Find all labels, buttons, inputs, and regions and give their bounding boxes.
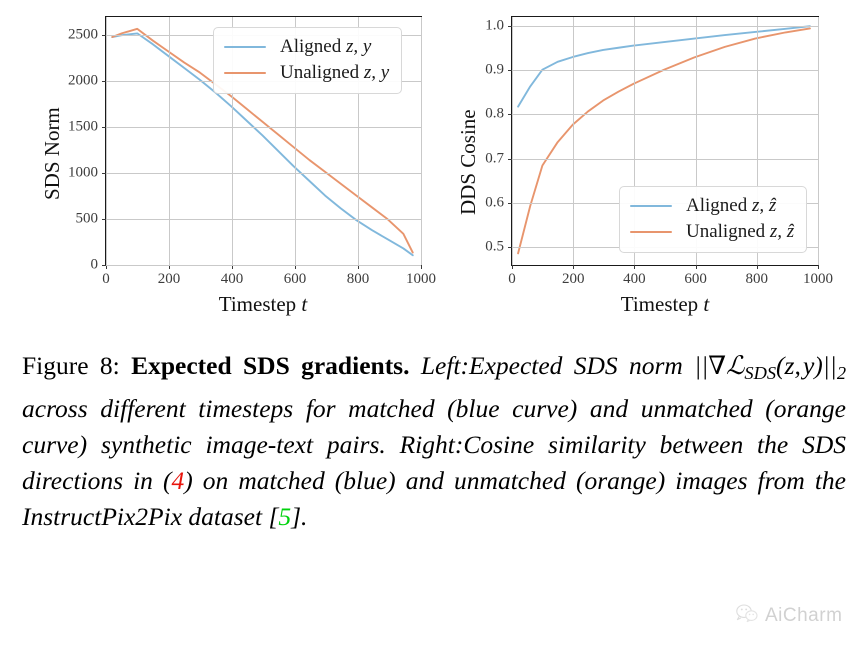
y-tick bbox=[508, 114, 512, 116]
x-tick-label: 200 bbox=[157, 271, 181, 287]
x-tick-label: 0 bbox=[508, 271, 516, 287]
legend-swatch-unaligned bbox=[224, 71, 266, 75]
y-tick bbox=[508, 247, 512, 249]
x-tick-label: 800 bbox=[346, 271, 370, 287]
y-tick-label: 0.6 bbox=[485, 194, 504, 211]
gridline-horizontal bbox=[106, 265, 421, 266]
gridline-vertical bbox=[169, 17, 170, 265]
y-tick-label: 0.7 bbox=[485, 150, 504, 167]
x-tick bbox=[818, 265, 819, 269]
caption-left-math: ||∇ℒSDS(z, y)||2 bbox=[694, 351, 846, 384]
x-tick bbox=[421, 265, 422, 269]
caption-right-lead: Right: bbox=[399, 430, 464, 460]
x-axis-title-left: Timestep t bbox=[218, 292, 308, 316]
gridline-horizontal bbox=[512, 114, 818, 116]
wechat-icon bbox=[736, 604, 758, 628]
gridline-horizontal bbox=[512, 158, 818, 160]
y-axis-title-right: DDS Cosine bbox=[456, 109, 480, 215]
y-tick bbox=[508, 158, 512, 160]
y-tick bbox=[102, 81, 106, 83]
y-tick-label: 1000 bbox=[68, 164, 98, 181]
y-tick-label: 500 bbox=[75, 210, 99, 227]
caption-citation-ref[interactable]: 5 bbox=[278, 502, 291, 531]
x-axis-title-right: Timestep t bbox=[620, 292, 710, 316]
legend-swatch-aligned bbox=[630, 204, 672, 208]
y-tick-label: 1500 bbox=[68, 118, 98, 135]
caption-left-text-a: Expected SDS norm bbox=[469, 351, 695, 380]
gridline-horizontal bbox=[106, 173, 421, 175]
legend-swatch-aligned bbox=[224, 45, 266, 49]
legend-item-aligned[interactable]: Aligned z, ẑ bbox=[630, 193, 794, 219]
caption-label: Figure 8: bbox=[22, 351, 120, 380]
x-tick-label: 800 bbox=[745, 271, 769, 287]
y-tick bbox=[508, 70, 512, 72]
gridline-vertical bbox=[106, 17, 107, 265]
gridline-vertical bbox=[421, 17, 422, 265]
legend-label-aligned: Aligned z, ẑ bbox=[686, 195, 777, 216]
figure-caption: Figure 8: Expected SDS gradients. Left:E… bbox=[22, 348, 846, 535]
x-tick bbox=[695, 265, 697, 269]
series-line bbox=[518, 26, 810, 106]
gridline-horizontal bbox=[512, 70, 818, 72]
gridline-vertical bbox=[818, 17, 819, 265]
y-tick-label: 0.5 bbox=[485, 238, 504, 255]
caption-right-text-c: ]. bbox=[291, 502, 308, 532]
y-tick-label: 1.0 bbox=[485, 17, 504, 34]
x-tick bbox=[634, 265, 636, 269]
legend-label-unaligned: Unaligned z, ẑ bbox=[686, 221, 795, 242]
y-tick bbox=[102, 35, 106, 37]
y-tick-label: 0.9 bbox=[485, 61, 504, 78]
x-tick-label: 400 bbox=[623, 271, 646, 287]
x-tick bbox=[756, 265, 758, 269]
legend-item-unaligned[interactable]: Unaligned z, y bbox=[224, 60, 389, 86]
x-tick-label: 1000 bbox=[406, 271, 436, 287]
x-tick bbox=[573, 265, 575, 269]
y-tick bbox=[102, 173, 106, 175]
caption-left-lead: Left: bbox=[420, 351, 469, 380]
y-tick bbox=[102, 127, 106, 129]
y-tick bbox=[508, 203, 512, 204]
chart-panel-right: 0 200 400 600 800 1000 0.5 0.6 0.7 0.8 0.9 1.0 Alig… bbox=[434, 0, 868, 330]
caption-equation-ref[interactable]: 4 bbox=[171, 466, 184, 495]
chart-panel-left: 0 200 400 600 800 1000 0 500 1000 1500 2000 2500 Al… bbox=[0, 0, 436, 330]
gridline-vertical bbox=[573, 17, 575, 265]
x-tick-label: 0 bbox=[102, 271, 110, 287]
x-tick-label: 200 bbox=[561, 271, 585, 287]
gridline-horizontal bbox=[512, 25, 818, 27]
figure-panels: 0 200 400 600 800 1000 0 500 1000 1500 2000 2500 Al… bbox=[0, 0, 868, 330]
gridline-horizontal bbox=[106, 219, 421, 221]
y-tick-label: 0.8 bbox=[485, 105, 504, 122]
y-tick-label: 2000 bbox=[68, 72, 98, 89]
y-tick bbox=[102, 265, 106, 266]
x-tick bbox=[512, 265, 513, 269]
x-tick-label: 400 bbox=[220, 271, 244, 287]
x-tick-label: 600 bbox=[283, 271, 307, 287]
y-axis-title-left: SDS Norm bbox=[40, 107, 64, 200]
caption-title: Expected SDS gradients. bbox=[131, 351, 410, 380]
legend-item-aligned[interactable]: Aligned z, y bbox=[224, 34, 389, 60]
legend-swatch-unaligned bbox=[630, 230, 672, 234]
legend-item-unaligned[interactable]: Unaligned z, ẑ bbox=[630, 219, 794, 245]
gridline-vertical bbox=[512, 17, 513, 265]
y-tick bbox=[102, 219, 106, 221]
legend-right[interactable]: Aligned z, ẑ Unaligned z, ẑ bbox=[619, 186, 808, 253]
gridline-horizontal bbox=[106, 127, 421, 129]
x-tick-label: 1000 bbox=[803, 271, 833, 287]
watermark: AiCharm bbox=[736, 604, 842, 628]
x-tick-label: 600 bbox=[684, 271, 707, 287]
y-tick-label: 0 bbox=[90, 256, 99, 273]
legend-label-unaligned: Unaligned z, y bbox=[280, 62, 390, 83]
legend-left[interactable]: Aligned z, y Unaligned z, y bbox=[213, 27, 403, 94]
y-tick bbox=[508, 25, 512, 27]
watermark-label: AiCharm bbox=[765, 605, 843, 626]
legend-label-aligned: Aligned z, y bbox=[280, 36, 372, 57]
y-tick-label: 2500 bbox=[68, 26, 98, 43]
